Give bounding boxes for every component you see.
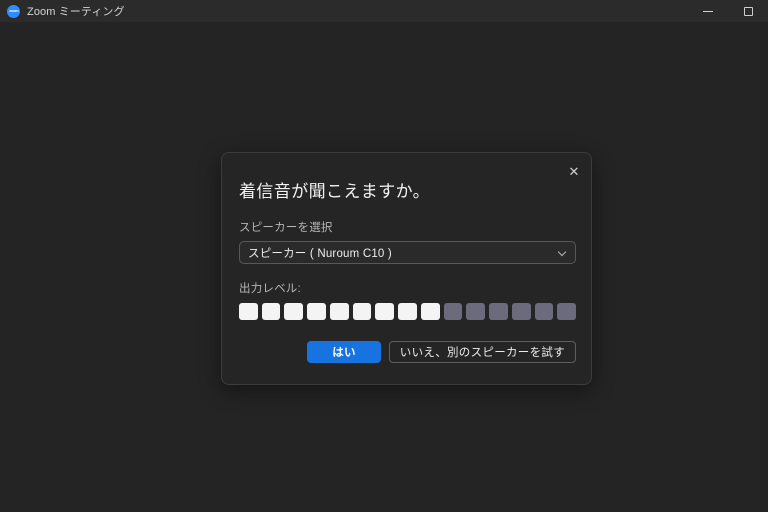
level-segment [352,303,372,320]
speaker-select-label: スピーカーを選択 [239,222,333,234]
maximize-button[interactable] [728,0,768,22]
minimize-button[interactable] [688,0,728,22]
level-segment [307,303,326,320]
speaker-test-dialog: ✕ 着信音が聞こえますか。 スピーカーを選択 スピーカー ( Nuroum C1… [221,152,592,385]
zoom-logo-text: zoom [8,8,19,13]
level-segment [511,303,531,320]
level-segment [375,303,395,320]
level-segment [557,303,577,320]
yes-button[interactable]: はい [307,341,381,363]
zoom-logo-icon: zoom [7,4,20,18]
level-segment [466,303,486,320]
window-title: Zoom ミーティング [27,6,125,18]
level-segment [534,303,554,320]
level-segment [239,303,258,320]
maximize-icon [743,6,753,16]
level-segment [329,303,349,320]
dialog-button-row: はい いいえ、別のスピーカーを試す [239,341,576,363]
speaker-select-value: スピーカー ( Nuroum C10 ) [248,247,392,260]
zoom-meeting-window: zoom Zoom ミーティング ✕ 着信音が聞こえますか。 スピーカーを選択 … [0,0,768,512]
minimize-icon [703,10,713,12]
window-controls [688,0,768,22]
output-level-meter [239,303,577,320]
chevron-down-icon [558,248,567,257]
level-segment [420,303,440,320]
titlebar-left: zoom Zoom ミーティング [0,3,688,19]
dialog-body: 着信音が聞こえますか。 スピーカーを選択 スピーカー ( Nuroum C10 … [239,153,577,320]
try-another-speaker-button[interactable]: いいえ、別のスピーカーを試す [388,341,576,363]
level-segment [398,303,417,320]
speaker-select[interactable]: スピーカー ( Nuroum C10 ) [239,241,576,264]
window-titlebar: zoom Zoom ミーティング [0,0,768,22]
level-segment [261,303,281,320]
level-segment [489,303,508,320]
level-segment [284,303,304,320]
output-level-label: 出力レベル: [239,283,301,295]
dialog-title: 着信音が聞こえますか。 [239,182,431,201]
level-segment [443,303,463,320]
